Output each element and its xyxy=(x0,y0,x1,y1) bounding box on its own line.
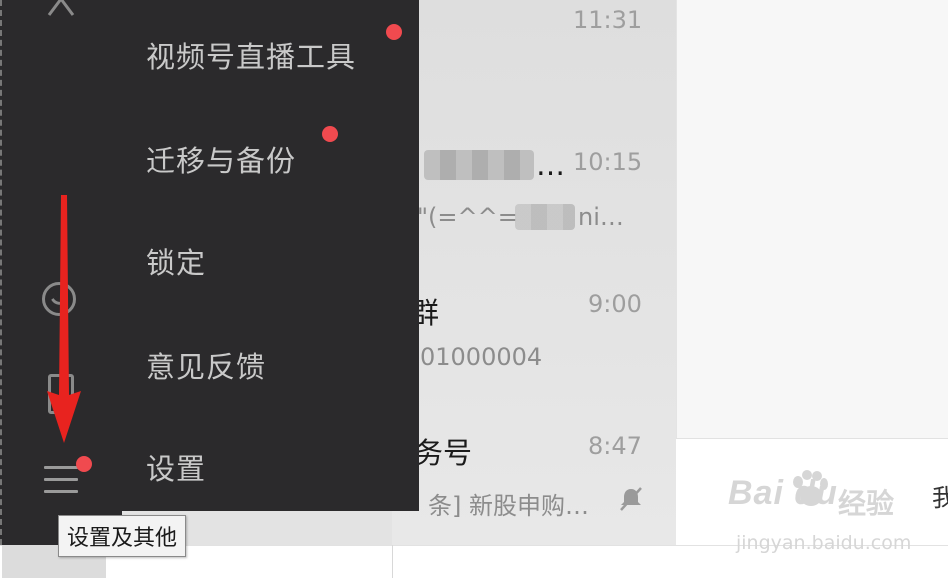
menu-item-feedback[interactable]: 意见反馈 xyxy=(146,344,266,386)
red-arrow-icon xyxy=(47,195,81,443)
chat-preview-tail: ni… xyxy=(578,203,624,231)
paw-icon xyxy=(793,470,828,506)
blurred-name xyxy=(424,150,534,180)
chat-time: 10:15 xyxy=(573,148,643,176)
watermark-cn: 经验 xyxy=(838,487,895,520)
menu-badge xyxy=(76,456,92,472)
menu-item-live-tool[interactable]: 视频号直播工具 xyxy=(146,34,356,76)
chat-time: 9:00 xyxy=(588,290,642,318)
menu-item-lock[interactable]: 锁定 xyxy=(146,240,206,282)
chat-time: 11:31 xyxy=(573,6,643,34)
chat-preview: 01000004 xyxy=(420,343,543,371)
menu-item-settings[interactable]: 设置 xyxy=(146,446,206,488)
watermark: Bai du 经验 jingyan.baidu.com xyxy=(728,470,911,554)
chat-name[interactable]: 务号 xyxy=(414,430,472,472)
collapse-icon[interactable] xyxy=(46,0,76,24)
menu-item-badge xyxy=(386,24,402,40)
chat-time: 8:47 xyxy=(588,432,642,460)
chat-preview: "(=^^= xyxy=(417,203,518,231)
menu-item-migrate-backup[interactable]: 迁移与备份 xyxy=(146,138,296,180)
settings-popup-menu: 视频号直播工具 迁移与备份 锁定 意见反馈 设置 xyxy=(122,0,419,511)
watermark-url: jingyan.baidu.com xyxy=(736,532,912,554)
tooltip: 设置及其他 xyxy=(58,515,187,557)
bottom-separator xyxy=(392,545,393,578)
blurred-preview xyxy=(515,204,575,230)
mute-icon xyxy=(620,487,642,511)
partial-text: 我 xyxy=(932,484,948,512)
menu-item-badge xyxy=(322,126,338,142)
menu-icon[interactable] xyxy=(44,466,78,496)
chat-preview: 条] 新股申购… xyxy=(428,492,589,520)
chat-name[interactable]: … xyxy=(536,148,565,182)
divider xyxy=(676,438,948,439)
